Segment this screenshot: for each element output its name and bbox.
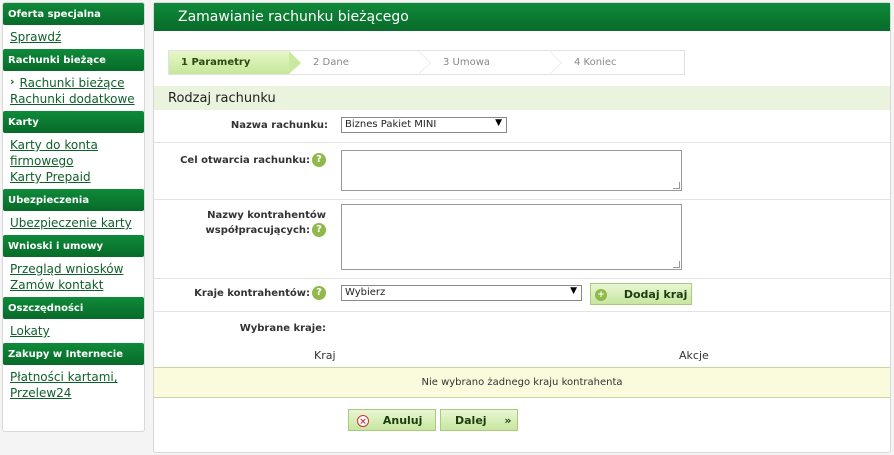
- sidebar-section-zakupy: Zakupy w Internecie: [3, 343, 144, 365]
- account-name-select[interactable]: Biznes Pakiet MINI ▼: [341, 117, 507, 133]
- sidebar-section-ubezpieczenia: Ubezpieczenia: [3, 189, 144, 211]
- account-name-label: Nazwa rachunku:: [230, 120, 328, 131]
- add-country-label: Dodaj kraj: [623, 288, 688, 301]
- divider: [154, 142, 890, 143]
- countries-select[interactable]: Wybierz ▼: [341, 285, 582, 301]
- contractors-label-line2: współpracujących:?: [206, 223, 326, 238]
- divider: [154, 278, 890, 279]
- help-icon[interactable]: ?: [312, 153, 326, 167]
- resize-handle-icon[interactable]: [673, 182, 680, 189]
- active-arrow-icon: ›: [10, 75, 15, 88]
- sidebar: Oferta specjalna Sprawdź Rachunki bieżąc…: [2, 2, 145, 432]
- countries-value: Wybierz: [345, 287, 386, 298]
- sidebar-link-karty-prepaid[interactable]: Karty Prepaid: [10, 169, 144, 185]
- divider: [154, 199, 890, 200]
- sidebar-section-wnioski: Wnioski i umowy: [3, 235, 144, 257]
- table-header-country: Kraj: [314, 349, 336, 362]
- sidebar-section-oszczednosci: Oszczędności: [3, 297, 144, 319]
- resize-handle-icon[interactable]: [673, 261, 680, 268]
- sidebar-section-rachunki: Rachunki bieżące: [3, 49, 144, 71]
- sidebar-section-oferta: Oferta specjalna: [3, 3, 144, 25]
- next-button[interactable]: Dalej »: [440, 409, 518, 431]
- contractors-textarea[interactable]: [341, 204, 682, 270]
- sidebar-section-karty: Karty: [3, 111, 144, 133]
- step-parametry: 1 Parametry: [169, 51, 301, 74]
- help-icon[interactable]: ?: [312, 223, 326, 237]
- sidebar-link-ubezpieczenie-karty[interactable]: Ubezpieczenie karty: [10, 215, 144, 231]
- sidebar-link-rachunki-dodatkowe[interactable]: Rachunki dodatkowe: [10, 91, 144, 107]
- purpose-label-text: Cel otwarcia rachunku:: [180, 155, 310, 166]
- double-chevron-right-icon: »: [504, 414, 512, 427]
- sidebar-link-platnosci[interactable]: Płatności kartami, Przelew24: [10, 369, 125, 401]
- table-header-actions: Akcje: [679, 349, 709, 362]
- cancel-button[interactable]: × Anuluj: [348, 409, 436, 431]
- page-title: Zamawianie rachunku bieżącego: [154, 3, 890, 31]
- cancel-label: Anuluj: [382, 414, 423, 427]
- selected-countries-label: Wybrane kraje:: [239, 323, 326, 334]
- sidebar-link-przeglad-wnioskow[interactable]: Przegląd wniosków: [10, 261, 144, 277]
- sidebar-link-lokaty[interactable]: Lokaty: [10, 323, 144, 339]
- next-label: Dalej: [455, 414, 487, 427]
- purpose-textarea[interactable]: [341, 150, 682, 191]
- sidebar-link-zamow-kontakt[interactable]: Zamów kontakt: [10, 277, 144, 293]
- countries-label-text: Kraje kontrahentów:: [194, 288, 310, 299]
- dropdown-arrow-icon: ▼: [570, 286, 577, 296]
- dropdown-arrow-icon: ▼: [495, 118, 502, 128]
- purpose-label: Cel otwarcia rachunku:?: [180, 153, 326, 168]
- wizard-steps: 1 Parametry 2 Dane 3 Umowa 4 Koniec: [168, 50, 685, 75]
- section-title: Rodzaj rachunku: [154, 86, 890, 110]
- step-dane: 2 Dane: [313, 57, 349, 68]
- sidebar-link-rachunki-biezace[interactable]: Rachunki bieżące: [20, 75, 125, 91]
- countries-label: Kraje kontrahentów:?: [194, 286, 326, 301]
- account-name-value: Biznes Pakiet MINI: [345, 119, 437, 130]
- main-panel: Zamawianie rachunku bieżącego 1 Parametr…: [153, 2, 891, 453]
- sidebar-link-karty-firmowe[interactable]: Karty do konta firmowego: [10, 137, 110, 169]
- divider: [154, 311, 890, 312]
- close-icon: ×: [357, 415, 369, 427]
- empty-table-message: Nie wybrano żadnego kraju kontrahenta: [154, 367, 890, 398]
- help-icon[interactable]: ?: [312, 286, 326, 300]
- contractors-label-text: współpracujących:: [205, 225, 310, 236]
- plus-icon: +: [595, 289, 607, 301]
- sidebar-link-sprawdz[interactable]: Sprawdź: [10, 29, 144, 45]
- step-koniec: 4 Koniec: [574, 57, 617, 68]
- contractors-label-line1: Nazwy kontrahentów: [207, 210, 326, 221]
- add-country-button[interactable]: + Dodaj kraj: [590, 283, 692, 305]
- step-umowa: 3 Umowa: [443, 57, 491, 68]
